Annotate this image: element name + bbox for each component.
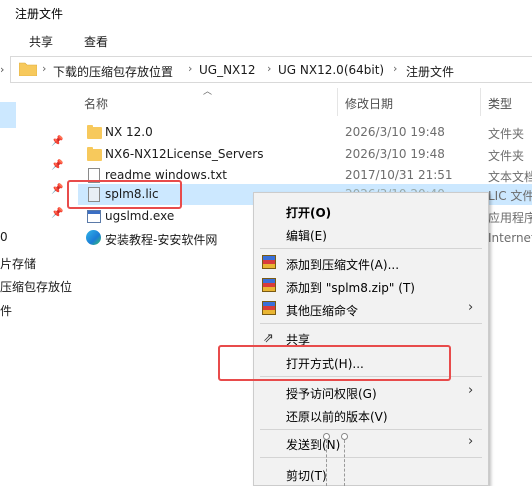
menu-item-add-zip[interactable]: 添加到 "splm8.zip" (T) xyxy=(286,279,415,296)
folder-icon xyxy=(87,125,102,139)
share-icon: ⇗ xyxy=(263,331,274,346)
tab-view[interactable]: 查看 xyxy=(84,33,108,50)
chevron-right-icon: › xyxy=(468,383,474,398)
menu-item-other-compress[interactable]: 其他压缩命令 xyxy=(286,302,358,319)
menu-separator xyxy=(260,457,482,458)
menu-separator xyxy=(260,323,482,324)
breadcrumb-current[interactable]: 注册文件 xyxy=(406,63,454,80)
pin-icon[interactable]: 📌 xyxy=(51,136,63,147)
menu-item-send-to[interactable]: 发送到(N) xyxy=(286,436,340,453)
file-type: 文件夹 xyxy=(488,127,525,141)
breadcrumb-downloads[interactable]: 下载的压缩包存放位置 xyxy=(53,63,173,80)
column-header-date[interactable]: 修改日期 xyxy=(345,95,393,112)
pin-icon[interactable]: 📌 xyxy=(51,208,63,219)
nav-item[interactable]: 0 xyxy=(0,230,8,244)
column-header-type[interactable]: 类型 xyxy=(488,95,512,112)
file-name[interactable]: 安装教程-安安软件网 xyxy=(105,231,217,248)
selection-handle-line xyxy=(344,440,345,486)
selection-handle[interactable] xyxy=(341,433,348,440)
menu-item-open[interactable]: 打开(O) xyxy=(286,204,331,221)
menu-item-grant-access[interactable]: 授予访问权限(G) xyxy=(286,385,377,402)
folder-icon xyxy=(19,62,37,76)
internet-shortcut-icon xyxy=(86,230,101,245)
tab-share[interactable]: 共享 xyxy=(29,33,53,50)
menu-separator xyxy=(260,248,482,249)
exe-icon xyxy=(87,210,101,223)
chevron-right-icon: › xyxy=(468,434,474,449)
file-type: 应用程序 xyxy=(488,211,532,225)
column-header-name[interactable]: 名称 xyxy=(84,95,108,112)
pin-icon[interactable]: 📌 xyxy=(51,160,63,171)
title-bar xyxy=(0,0,532,26)
menu-item-edit[interactable]: 编辑(E) xyxy=(286,227,327,244)
file-type: 文本文档 xyxy=(488,170,532,184)
folder-icon xyxy=(87,147,102,161)
chevron-right-icon: › xyxy=(468,300,474,315)
menu-separator xyxy=(260,429,482,430)
file-date: 2026/3/10 19:48 xyxy=(345,147,445,161)
file-name[interactable]: NX6-NX12License_Servers xyxy=(105,147,263,161)
file-name[interactable]: NX 12.0 xyxy=(105,125,153,139)
chevron-right-icon[interactable]: › xyxy=(393,62,397,75)
file-date: 2017/10/31 21:51 xyxy=(345,168,453,182)
chevron-right-icon[interactable]: › xyxy=(0,63,4,76)
sort-ascending-icon: ︿ xyxy=(203,87,213,97)
file-name[interactable]: ugslmd.exe xyxy=(105,209,174,223)
window-title: 注册文件 xyxy=(15,7,64,21)
file-type: Internet xyxy=(488,231,532,245)
selection-handle[interactable] xyxy=(323,433,330,440)
menu-item-add-archive[interactable]: 添加到压缩文件(A)... xyxy=(286,256,399,273)
annotation-highlight-box xyxy=(218,345,451,381)
breadcrumb-ug-nx12[interactable]: UG_NX12 xyxy=(199,63,256,77)
file-date: 2026/3/10 19:48 xyxy=(345,125,445,139)
file-type: LIC 文件 xyxy=(488,189,532,203)
chevron-right-icon[interactable]: › xyxy=(188,62,192,75)
column-divider[interactable] xyxy=(480,88,481,116)
archive-icon xyxy=(262,301,276,315)
breadcrumb-ug-nx12-64bit[interactable]: UG NX12.0(64bit) xyxy=(278,63,384,77)
nav-item[interactable]: 片存储 xyxy=(0,255,36,272)
chevron-right-icon[interactable]: › xyxy=(42,62,46,75)
archive-icon xyxy=(262,278,276,292)
column-divider[interactable] xyxy=(337,88,338,116)
selection-handle-line xyxy=(326,440,327,486)
file-type: 文件夹 xyxy=(488,149,525,163)
nav-item[interactable]: 压缩包存放位 xyxy=(0,278,72,295)
nav-item[interactable]: 件 xyxy=(0,302,12,319)
chevron-right-icon[interactable]: › xyxy=(267,62,271,75)
pin-icon[interactable]: 📌 xyxy=(51,184,63,195)
menu-item-cut[interactable]: 剪切(T) xyxy=(286,467,327,484)
annotation-highlight-box xyxy=(67,180,182,209)
menu-item-restore[interactable]: 还原以前的版本(V) xyxy=(286,408,388,425)
nav-selected-item[interactable] xyxy=(0,102,16,128)
archive-icon xyxy=(262,255,276,269)
